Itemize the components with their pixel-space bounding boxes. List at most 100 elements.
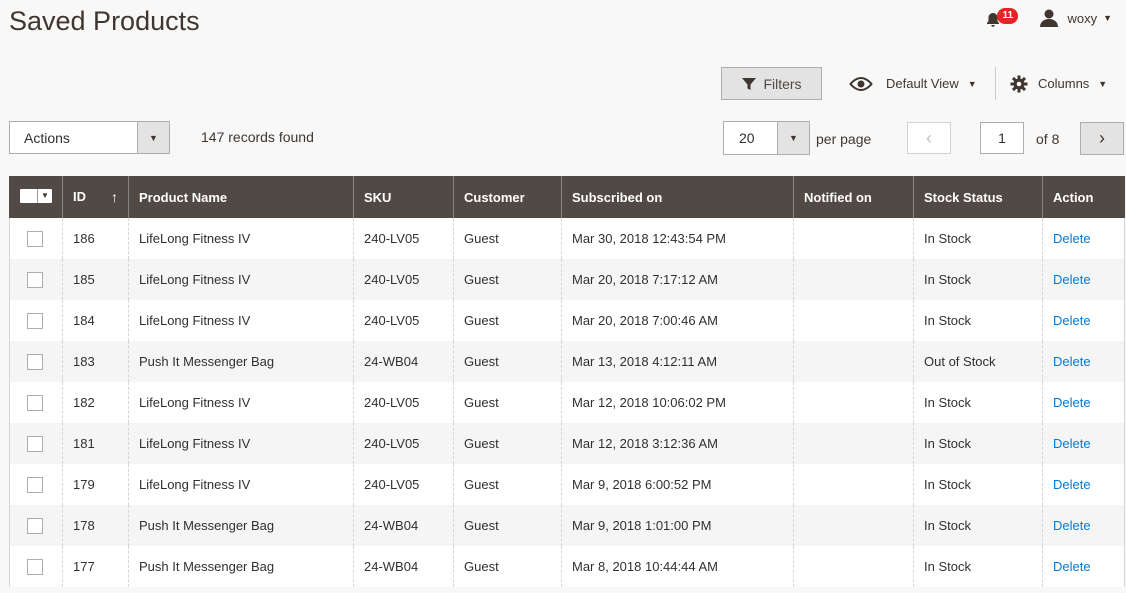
cell-notified-on: [793, 341, 914, 382]
cell-notified-on: [793, 382, 914, 423]
cell-subscribed-on: Mar 9, 2018 6:00:52 PM: [561, 464, 794, 505]
column-header-action: Action: [1042, 176, 1125, 218]
row-select-cell: [9, 300, 63, 341]
table-row: 184 LifeLong Fitness IV 240-LV05 Guest M…: [9, 300, 1125, 341]
cell-stock-status: In Stock: [913, 300, 1043, 341]
cell-id: 182: [62, 382, 129, 423]
cell-id: 186: [62, 218, 129, 259]
cell-customer: Guest: [453, 259, 562, 300]
row-checkbox[interactable]: [27, 558, 43, 575]
delete-link[interactable]: Delete: [1053, 313, 1091, 328]
eye-icon: [849, 76, 873, 91]
cell-product-name: Push It Messenger Bag: [128, 505, 354, 546]
table-row: 179 LifeLong Fitness IV 240-LV05 Guest M…: [9, 464, 1125, 505]
delete-link[interactable]: Delete: [1053, 477, 1091, 492]
cell-id: 181: [62, 423, 129, 464]
column-header-sku[interactable]: SKU: [353, 176, 454, 218]
cell-action: Delete: [1042, 341, 1125, 382]
delete-link[interactable]: Delete: [1053, 395, 1091, 410]
row-checkbox[interactable]: [27, 394, 43, 411]
cell-customer: Guest: [453, 464, 562, 505]
filters-button[interactable]: Filters: [721, 67, 822, 100]
cell-sku: 240-LV05: [353, 382, 454, 423]
mass-actions-dropdown[interactable]: Actions ▼: [9, 121, 170, 154]
per-page-label: per page: [816, 131, 872, 147]
row-select-cell: [9, 218, 63, 259]
column-header-subscribed-on[interactable]: Subscribed on: [561, 176, 794, 218]
cell-sku: 240-LV05: [353, 423, 454, 464]
cell-id: 183: [62, 341, 129, 382]
row-select-cell: [9, 546, 63, 587]
saved-products-table: ▼ ID ↑ Product Name SKU Customer Subscri…: [9, 176, 1125, 587]
delete-link[interactable]: Delete: [1053, 231, 1091, 246]
default-view-switcher[interactable]: Default View ▼: [848, 67, 977, 100]
cell-product-name: LifeLong Fitness IV: [128, 300, 354, 341]
user-name: woxy: [1067, 10, 1098, 26]
cell-customer: Guest: [453, 218, 562, 259]
cell-stock-status: In Stock: [913, 546, 1043, 587]
page-number-input[interactable]: [980, 122, 1024, 154]
cell-sku: 24-WB04: [353, 546, 454, 587]
cell-action: Delete: [1042, 259, 1125, 300]
delete-link[interactable]: Delete: [1053, 354, 1091, 369]
header-actions: 11 woxy ▼: [985, 8, 1112, 28]
cell-id: 185: [62, 259, 129, 300]
cell-id: 184: [62, 300, 129, 341]
per-page-dropdown[interactable]: 20 ▼: [723, 121, 810, 155]
column-header-id[interactable]: ID ↑: [62, 176, 129, 218]
column-header-customer[interactable]: Customer: [453, 176, 562, 218]
per-page-value: 20: [739, 130, 755, 146]
cell-subscribed-on: Mar 8, 2018 10:44:44 AM: [561, 546, 794, 587]
table-row: 182 LifeLong Fitness IV 240-LV05 Guest M…: [9, 382, 1125, 423]
table-row: 186 LifeLong Fitness IV 240-LV05 Guest M…: [9, 218, 1125, 259]
column-header-product-name[interactable]: Product Name: [128, 176, 354, 218]
cell-action: Delete: [1042, 382, 1125, 423]
cell-sku: 240-LV05: [353, 218, 454, 259]
cell-sku: 240-LV05: [353, 464, 454, 505]
column-header-stock-status[interactable]: Stock Status: [913, 176, 1043, 218]
cell-notified-on: [793, 300, 914, 341]
table-row: 178 Push It Messenger Bag 24-WB04 Guest …: [9, 505, 1125, 546]
cell-notified-on: [793, 505, 914, 546]
row-checkbox[interactable]: [27, 312, 43, 329]
cell-id: 177: [62, 546, 129, 587]
filter-icon: [742, 77, 757, 90]
mass-select-header[interactable]: ▼: [9, 176, 63, 218]
delete-link[interactable]: Delete: [1053, 436, 1091, 451]
mass-select-control[interactable]: ▼: [20, 188, 52, 203]
grid-toolbar: Filters Default View ▼ Columns ▼: [0, 67, 1126, 101]
row-checkbox[interactable]: [27, 271, 43, 288]
next-page-button[interactable]: ›: [1080, 122, 1124, 155]
previous-page-button[interactable]: ‹: [907, 122, 951, 154]
cell-id: 179: [62, 464, 129, 505]
cell-subscribed-on: Mar 30, 2018 12:43:54 PM: [561, 218, 794, 259]
table-row: 185 LifeLong Fitness IV 240-LV05 Guest M…: [9, 259, 1125, 300]
row-checkbox[interactable]: [27, 353, 43, 370]
cell-sku: 24-WB04: [353, 505, 454, 546]
columns-button[interactable]: Columns ▼: [1010, 67, 1107, 100]
row-checkbox[interactable]: [27, 476, 43, 493]
column-header-notified-on[interactable]: Notified on: [793, 176, 914, 218]
delete-link[interactable]: Delete: [1053, 518, 1091, 533]
cell-action: Delete: [1042, 464, 1125, 505]
notifications-button[interactable]: 11: [985, 8, 1019, 28]
cell-customer: Guest: [453, 341, 562, 382]
cell-customer: Guest: [453, 300, 562, 341]
chevron-down-icon: ▼: [967, 78, 977, 89]
user-menu[interactable]: woxy ▼: [1039, 9, 1112, 27]
cell-action: Delete: [1042, 505, 1125, 546]
delete-link[interactable]: Delete: [1053, 272, 1091, 287]
cell-product-name: Push It Messenger Bag: [128, 341, 354, 382]
delete-link[interactable]: Delete: [1053, 559, 1091, 574]
cell-stock-status: In Stock: [913, 464, 1043, 505]
cell-id: 178: [62, 505, 129, 546]
cell-action: Delete: [1042, 546, 1125, 587]
chevron-down-icon: ▼: [1098, 78, 1108, 89]
row-checkbox[interactable]: [27, 517, 43, 534]
cell-notified-on: [793, 423, 914, 464]
row-checkbox[interactable]: [27, 435, 43, 452]
cell-subscribed-on: Mar 13, 2018 4:12:11 AM: [561, 341, 794, 382]
row-checkbox[interactable]: [27, 230, 43, 247]
cell-sku: 24-WB04: [353, 341, 454, 382]
select-all-checkbox[interactable]: [20, 188, 38, 203]
